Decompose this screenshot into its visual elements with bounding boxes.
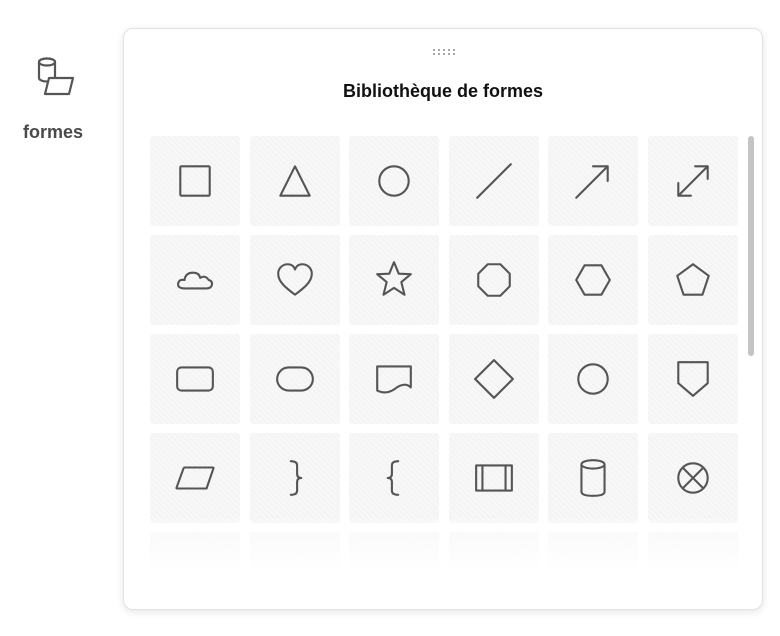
partial-shape-icon	[572, 556, 614, 568]
shape-tile-offpage-connector[interactable]	[647, 334, 738, 424]
double-arrow-icon	[676, 165, 709, 197]
scrollbar[interactable]	[748, 136, 754, 566]
shape-tile-parallelogram[interactable]	[150, 433, 240, 523]
partial-shape-icon	[672, 556, 714, 568]
shape-tile-right-brace[interactable]	[249, 433, 340, 523]
shapes-sidebar-button[interactable]: formes	[8, 46, 98, 156]
shape-grid-viewport	[150, 136, 740, 568]
diamond-icon	[473, 359, 514, 399]
shape-tile-pill[interactable]	[249, 334, 340, 424]
shape-tile-line[interactable]	[448, 136, 539, 226]
pill-icon	[275, 366, 314, 392]
ellipse-icon	[577, 363, 609, 395]
shape-tile-partial-3[interactable]	[349, 532, 439, 568]
arrow-icon	[575, 165, 609, 199]
shape-tile-double-arrow[interactable]	[647, 136, 738, 226]
right-brace-icon	[289, 460, 302, 496]
shape-tile-square[interactable]	[150, 136, 240, 226]
rounded-rectangle-icon	[176, 366, 214, 392]
hexagon-icon	[575, 264, 611, 296]
shape-tile-arrow[interactable]	[548, 136, 638, 226]
cloud-icon	[177, 271, 214, 290]
shapes-icon	[37, 57, 75, 96]
shape-tile-ellipse[interactable]	[548, 334, 638, 424]
shape-tile-cylinder[interactable]	[548, 433, 638, 523]
cylinder-icon	[580, 459, 606, 497]
shape-tile-document[interactable]	[349, 334, 439, 424]
partial-shape-icon	[473, 556, 515, 568]
shape-tile-partial-2[interactable]	[249, 532, 340, 568]
drag-handle-icon[interactable]	[424, 46, 464, 58]
cross-circle-icon	[676, 462, 709, 494]
shape-tile-heart[interactable]	[249, 235, 340, 325]
shape-tile-partial-1[interactable]	[150, 532, 240, 568]
partial-shape-icon	[191, 567, 199, 568]
heart-icon	[276, 263, 313, 296]
predefined-process-icon	[474, 464, 513, 492]
circle-icon	[378, 165, 410, 197]
triangle-icon	[278, 165, 311, 197]
star-icon	[376, 261, 412, 296]
shape-tile-rounded-rectangle[interactable]	[150, 334, 240, 424]
square-icon	[179, 165, 211, 197]
offpage-connector-icon	[676, 361, 709, 397]
octagon-icon	[476, 263, 511, 297]
shape-tile-hexagon[interactable]	[548, 235, 638, 325]
document-icon	[376, 365, 412, 394]
shapes-sidebar-label: formes	[22, 122, 84, 142]
shape-grid	[150, 136, 740, 568]
shape-tile-circle[interactable]	[349, 136, 439, 226]
left-brace-icon	[386, 460, 400, 496]
scrollbar-thumb[interactable]	[748, 136, 754, 356]
shape-tile-diamond[interactable]	[448, 334, 539, 424]
pentagon-icon	[675, 263, 710, 296]
shape-tile-octagon[interactable]	[448, 235, 539, 325]
panel-title: Bibliothèque de formes	[342, 81, 544, 101]
shape-tile-cross-circle[interactable]	[647, 433, 738, 523]
shape-tile-cloud[interactable]	[150, 235, 240, 325]
shape-tile-partial-6[interactable]	[647, 532, 738, 568]
shape-library-panel: Bibliothèque de formes	[123, 28, 763, 610]
shape-tile-star[interactable]	[349, 235, 439, 325]
partial-shape-icon	[373, 556, 415, 568]
shape-tile-left-brace[interactable]	[349, 433, 439, 523]
shape-tile-pentagon[interactable]	[647, 235, 738, 325]
partial-shape-icon	[274, 556, 316, 568]
parallelogram-icon	[175, 466, 215, 490]
line-icon	[475, 163, 512, 199]
shape-tile-predefined-process[interactable]	[448, 433, 539, 523]
shape-tile-triangle[interactable]	[249, 136, 340, 226]
shape-tile-partial-4[interactable]	[448, 532, 539, 568]
shape-tile-partial-5[interactable]	[548, 532, 638, 568]
